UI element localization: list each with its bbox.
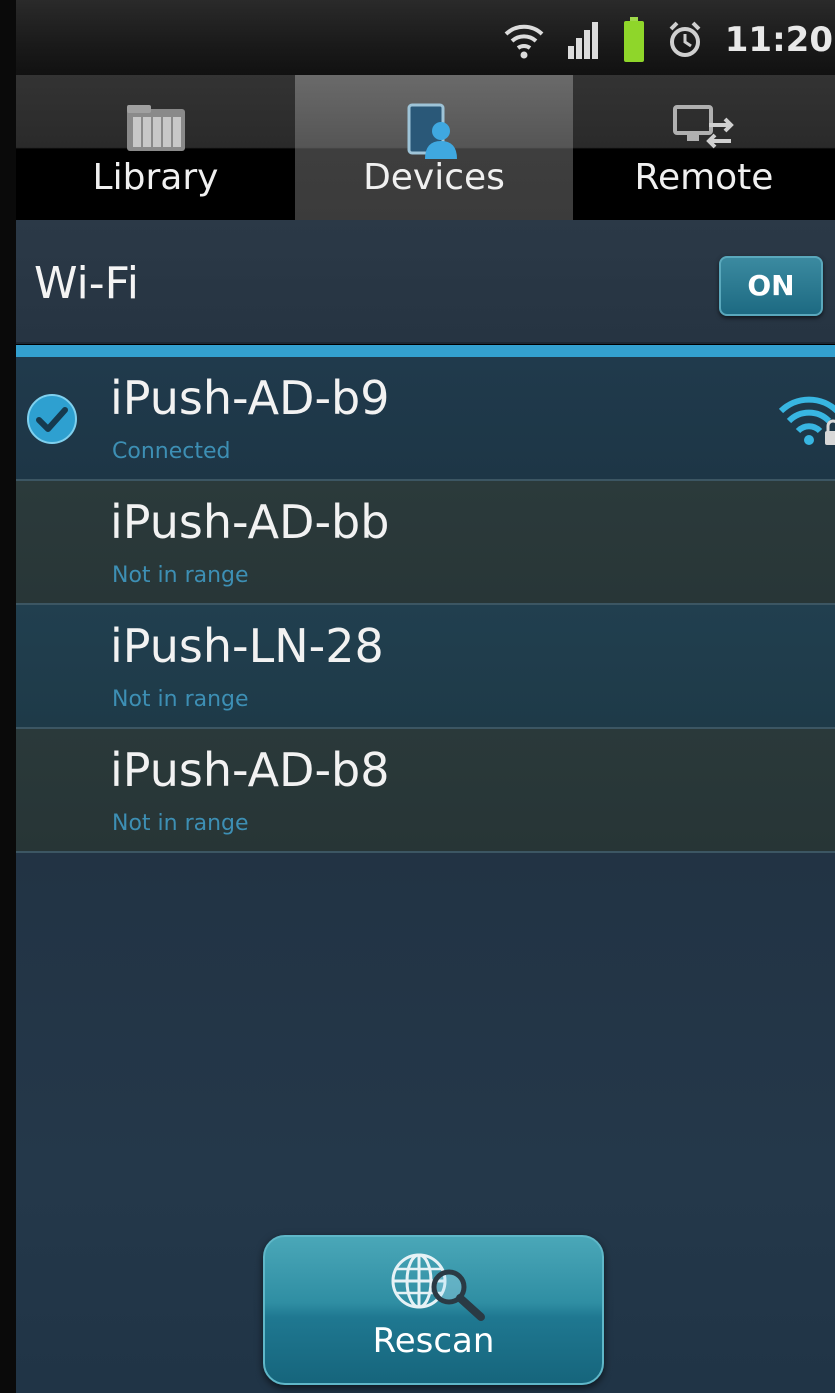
tab-label: Devices [363, 157, 505, 198]
rescan-button[interactable]: Rescan [263, 1235, 604, 1385]
network-item[interactable]: iPush-LN-28 Not in range [16, 605, 835, 729]
network-name: iPush-LN-28 [110, 619, 384, 673]
status-icons: 11:20 [503, 16, 835, 64]
network-list: iPush-AD-b9 Connected iPush-AD-bb Not in… [16, 357, 835, 853]
screen-edge [0, 0, 16, 1393]
status-bar: 11:20 [16, 0, 835, 75]
network-name: iPush-AD-b9 [110, 371, 390, 425]
network-name: iPush-AD-bb [110, 495, 390, 549]
tab-devices[interactable]: Devices [295, 75, 573, 220]
battery-icon [623, 17, 644, 62]
tab-label: Library [92, 157, 219, 198]
wifi-header: Wi-Fi ON [0, 220, 835, 344]
remote-icon [673, 105, 734, 149]
network-status: Not in range [112, 687, 249, 712]
devices-icon [407, 103, 457, 159]
wifi-title: Wi-Fi [34, 258, 139, 309]
status-time: 11:20 [724, 20, 833, 60]
network-status: Connected [112, 439, 231, 464]
globe-search-icon [391, 1253, 485, 1321]
divider [16, 345, 835, 357]
tab-bar: Library Devices Remote [16, 75, 835, 220]
folder-icon [126, 105, 185, 151]
network-status: Not in range [112, 563, 249, 588]
wifi-toggle[interactable]: ON [719, 256, 823, 316]
network-status: Not in range [112, 811, 249, 836]
wifi-icon [504, 24, 544, 59]
network-name: iPush-AD-b8 [110, 743, 390, 797]
network-item[interactable]: iPush-AD-bb Not in range [16, 481, 835, 605]
tab-library[interactable]: Library [16, 75, 295, 220]
tab-label: Remote [634, 157, 774, 198]
tab-remote[interactable]: Remote [573, 75, 835, 220]
network-item[interactable]: iPush-AD-b9 Connected [16, 357, 835, 481]
network-item[interactable]: iPush-AD-b8 Not in range [16, 729, 835, 853]
rescan-label: Rescan [372, 1321, 495, 1361]
signal-bars-icon [567, 22, 598, 59]
wifi-secured-icon [778, 396, 835, 445]
alarm-icon [669, 21, 701, 57]
check-icon [27, 394, 77, 444]
